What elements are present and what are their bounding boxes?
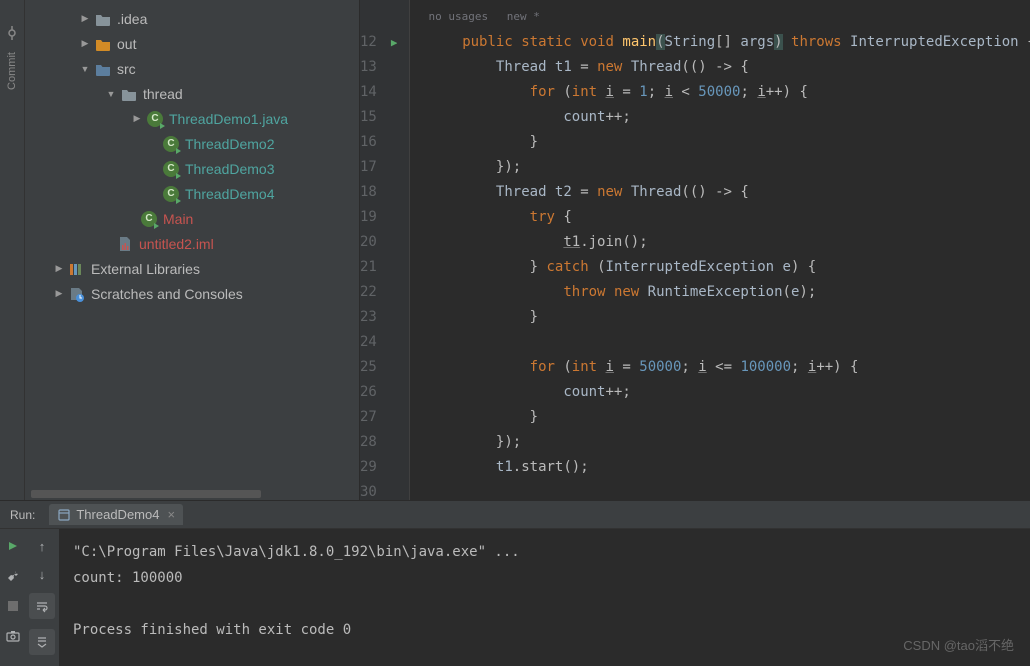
tree-item[interactable]: ▶ External Libraries	[25, 256, 359, 281]
tree-item-label: .idea	[117, 11, 147, 27]
expand-arrow-icon[interactable]: ▶	[79, 13, 91, 25]
scroll-to-end-icon[interactable]	[29, 629, 55, 655]
tree-item-label: External Libraries	[91, 261, 200, 277]
tree-item[interactable]: ThreadDemo2	[25, 131, 359, 156]
expand-arrow-icon[interactable]: ▶	[53, 263, 65, 275]
commit-tool-label[interactable]: Commit	[6, 52, 18, 90]
project-tree-panel: ▶.idea▶out▼src▼thread▶ThreadDemo1.javaTh…	[25, 0, 360, 500]
expand-arrow-icon[interactable]	[147, 188, 159, 200]
expand-arrow-icon[interactable]	[101, 238, 113, 250]
stop-icon[interactable]	[4, 597, 22, 615]
tree-item-label: ThreadDemo3	[185, 161, 275, 177]
tree-item-label: Main	[163, 211, 193, 227]
run-tool-window: Run: ThreadDemo4 × ↑ ↓ "C:\Program Files…	[0, 500, 1030, 666]
expand-arrow-icon[interactable]: ▶	[53, 288, 65, 300]
tree-item[interactable]: ▼ thread	[25, 81, 359, 106]
code-content[interactable]: public static void main(String[] args) t…	[410, 0, 1030, 500]
run-toolbar-primary	[0, 529, 25, 666]
tree-item-label: thread	[143, 86, 183, 102]
tree-item-label: src	[117, 61, 136, 77]
expand-arrow-icon[interactable]	[147, 163, 159, 175]
tree-item-label: ThreadDemo4	[185, 186, 275, 202]
tree-item[interactable]: ▶ .idea	[25, 6, 359, 31]
tree-item[interactable]: untitled2.iml	[25, 231, 359, 256]
tree-item-label: ThreadDemo1.java	[169, 111, 288, 127]
tree-item[interactable]: ThreadDemo4	[25, 181, 359, 206]
project-tree[interactable]: ▶.idea▶out▼src▼thread▶ThreadDemo1.javaTh…	[25, 0, 359, 484]
expand-arrow-icon[interactable]: ▼	[79, 63, 91, 75]
soft-wrap-icon[interactable]	[29, 593, 55, 619]
new-hint: new *	[507, 10, 540, 23]
run-toolbar-secondary: ↑ ↓	[25, 529, 59, 666]
run-gutter[interactable]: ▶	[389, 0, 398, 500]
run-config-icon	[57, 508, 71, 522]
bookmarks-tool-label[interactable]: kmarks	[0, 625, 2, 660]
console-output[interactable]: "C:\Program Files\Java\jdk1.8.0_192\bin\…	[59, 529, 1030, 666]
usages-hint: no usages	[428, 10, 488, 23]
left-tool-strip: Commit	[0, 0, 25, 500]
run-header: Run: ThreadDemo4 ×	[0, 501, 1030, 529]
wrench-icon[interactable]	[4, 567, 22, 585]
expand-arrow-icon[interactable]: ▶	[131, 113, 143, 125]
run-label: Run:	[10, 508, 35, 522]
run-tab[interactable]: ThreadDemo4 ×	[49, 504, 183, 525]
horizontal-scrollbar[interactable]	[25, 488, 359, 500]
tree-item-label: ThreadDemo2	[185, 136, 275, 152]
up-arrow-icon[interactable]: ↑	[33, 537, 51, 555]
tree-item-label: untitled2.iml	[139, 236, 214, 252]
expand-arrow-icon[interactable]	[147, 138, 159, 150]
expand-arrow-icon[interactable]: ▶	[79, 38, 91, 50]
line-number-gutter: 12131415161718192021222324252627282930	[360, 0, 389, 500]
code-editor[interactable]: 12131415161718192021222324252627282930 ▶…	[360, 0, 1030, 500]
tree-item[interactable]: Main	[25, 206, 359, 231]
commit-icon[interactable]	[5, 26, 19, 40]
tree-item[interactable]: ▼ src	[25, 56, 359, 81]
close-icon[interactable]: ×	[167, 507, 175, 522]
down-arrow-icon[interactable]: ↓	[33, 565, 51, 583]
tree-item[interactable]: ▶ Scratches and Consoles	[25, 281, 359, 306]
tree-item-label: out	[117, 36, 136, 52]
rerun-icon[interactable]	[4, 537, 22, 555]
fold-gutter[interactable]	[397, 0, 410, 500]
inlay-hints: no usages new *	[428, 10, 551, 23]
tree-item-label: Scratches and Consoles	[91, 286, 243, 302]
camera-icon[interactable]	[4, 627, 22, 645]
tree-item[interactable]: ThreadDemo3	[25, 156, 359, 181]
expand-arrow-icon[interactable]	[125, 213, 137, 225]
tree-item[interactable]: ▶ ThreadDemo1.java	[25, 106, 359, 131]
tree-item[interactable]: ▶ out	[25, 31, 359, 56]
run-tab-label: ThreadDemo4	[76, 507, 159, 522]
expand-arrow-icon[interactable]: ▼	[105, 88, 117, 100]
watermark: CSDN @tao滔不绝	[903, 635, 1014, 654]
